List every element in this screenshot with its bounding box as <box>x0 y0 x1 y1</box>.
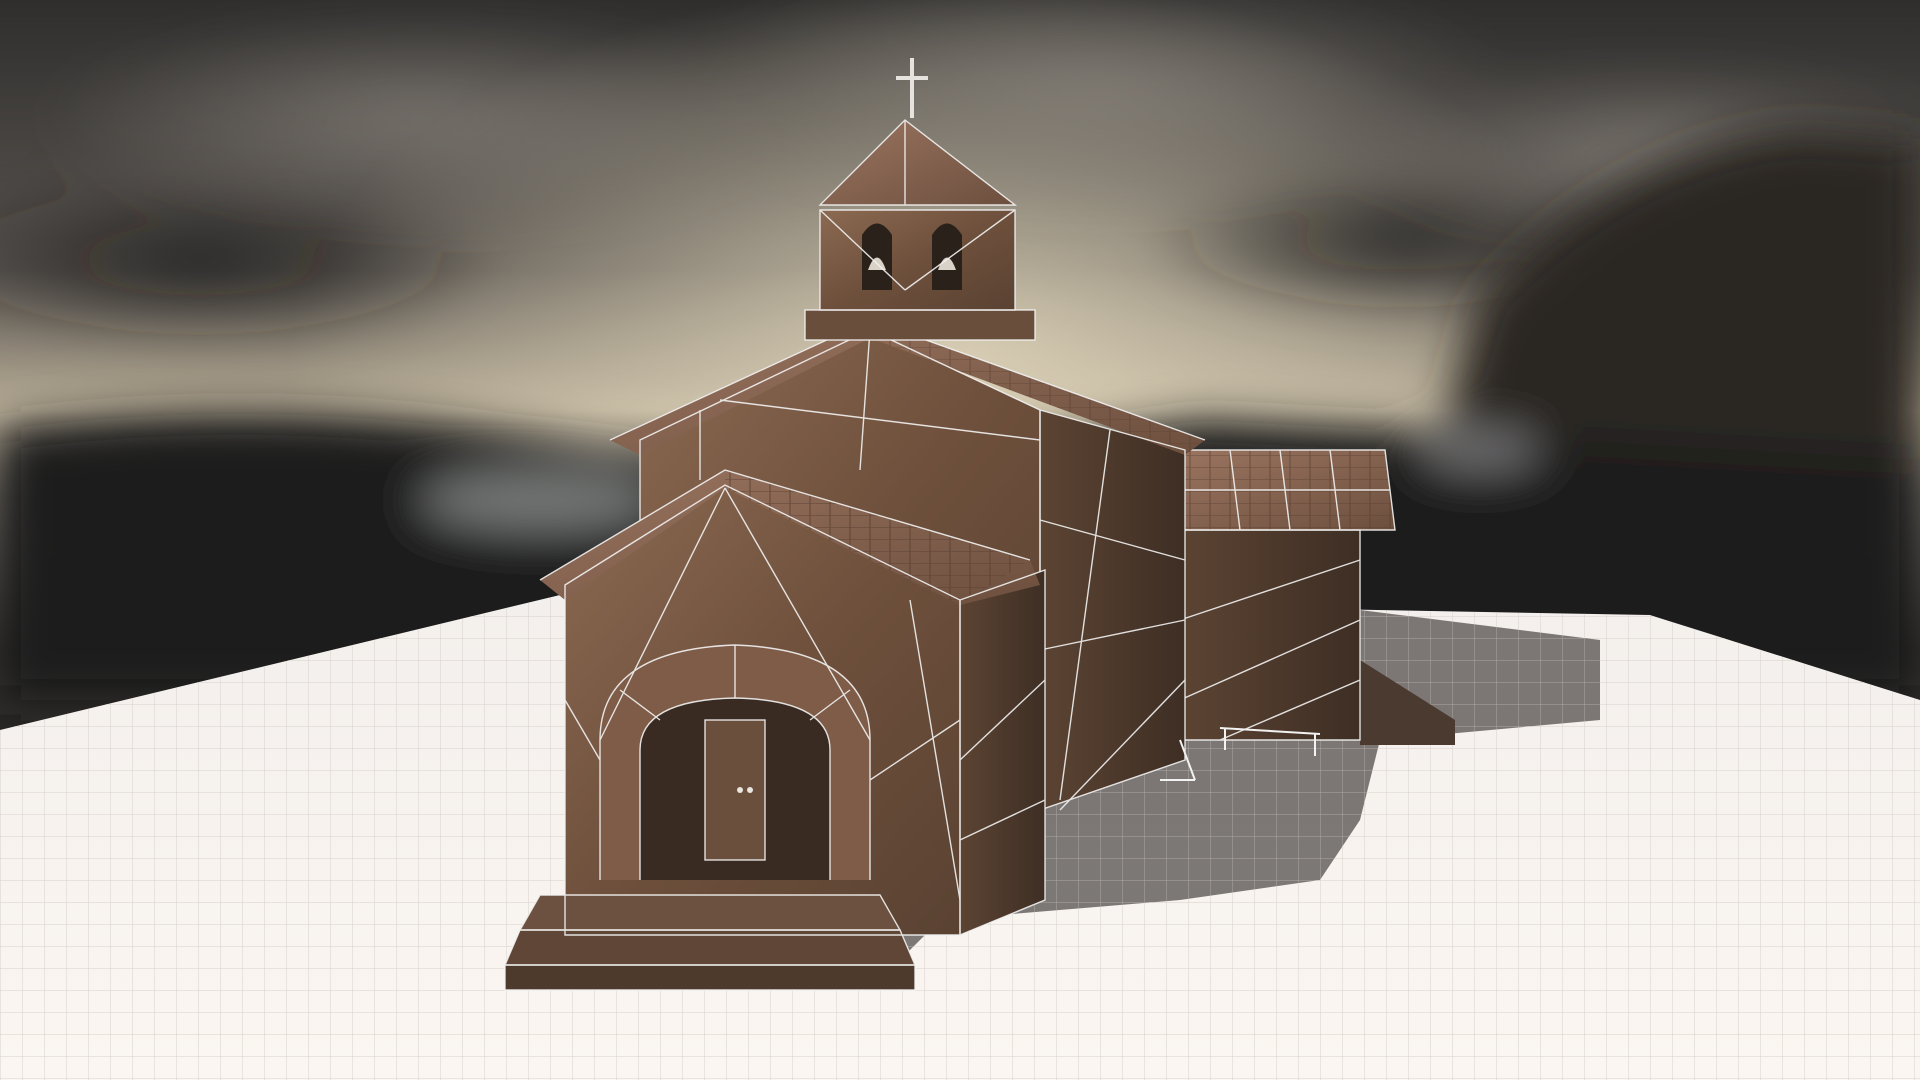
entrance-door <box>705 720 765 860</box>
scene-render[interactable] <box>0 0 1920 1080</box>
3d-viewport[interactable] <box>0 0 1920 1080</box>
